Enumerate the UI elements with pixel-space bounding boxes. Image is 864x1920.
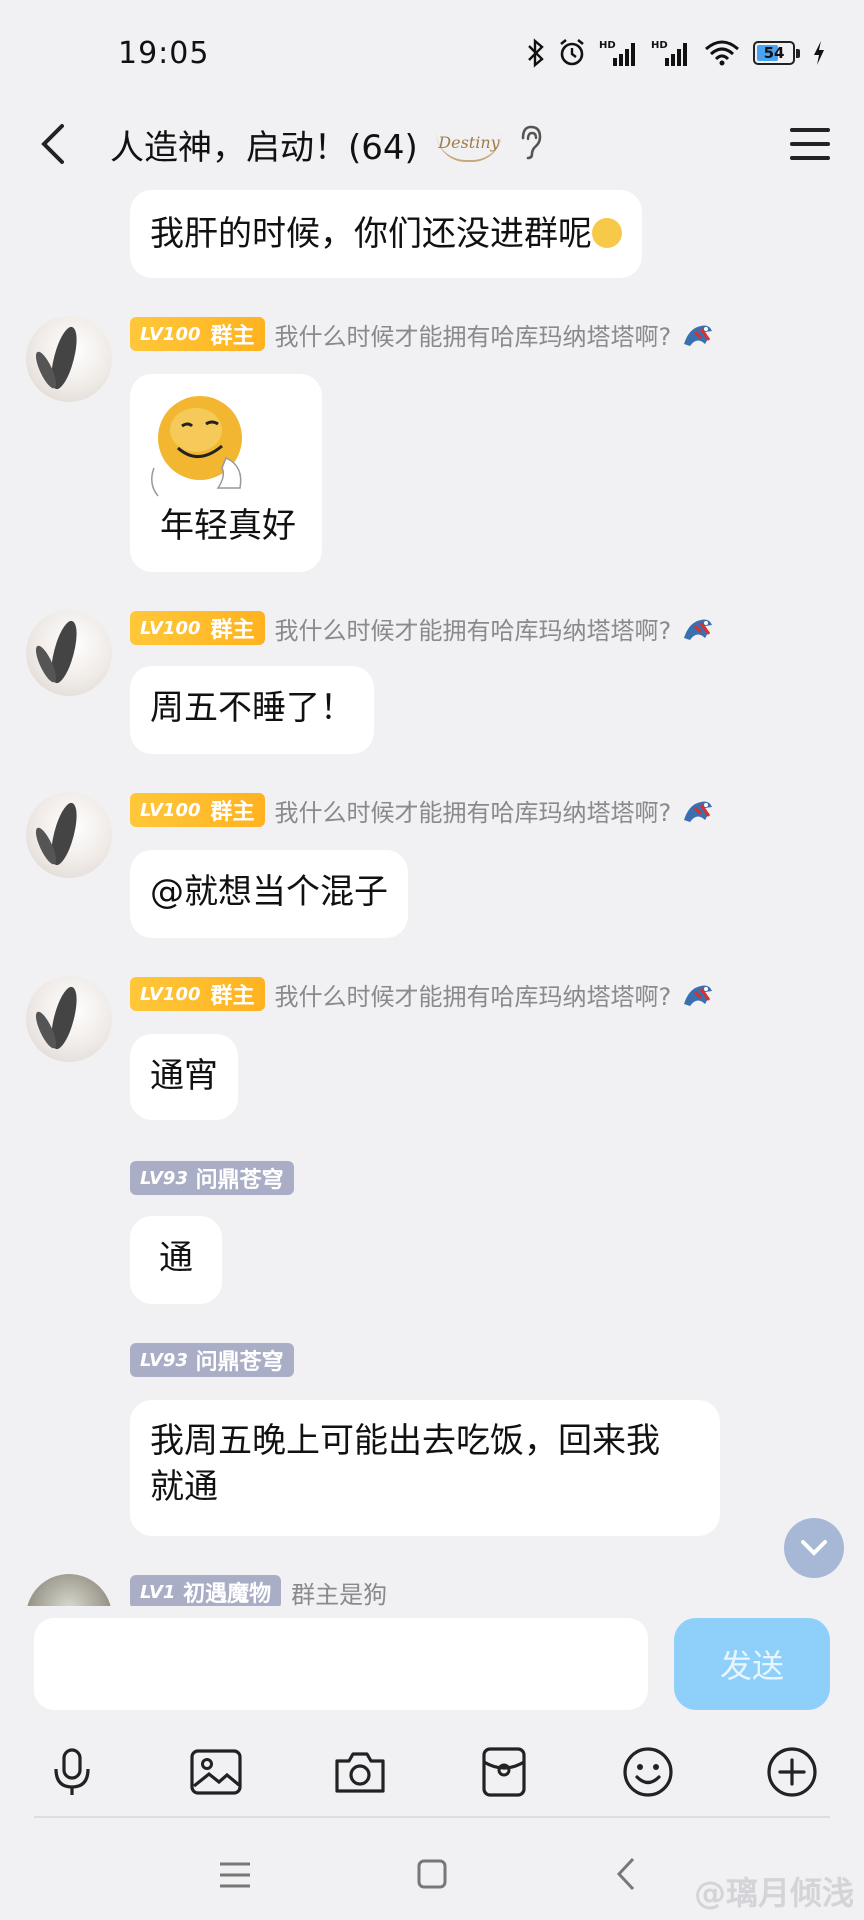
menu-line [790, 156, 830, 160]
sticker-bubble[interactable]: 年轻真好 [130, 374, 322, 572]
level-badge: LV100 群主 [130, 977, 265, 1011]
status-time: 19:05 [118, 36, 210, 71]
status-bar: 19:05 HD HD 54 [0, 0, 864, 110]
level-badge: LV100 群主 [130, 611, 265, 645]
avatar[interactable] [26, 976, 112, 1062]
menu-line [790, 128, 830, 132]
thinking-emoji-icon [592, 218, 622, 248]
dragon-icon [684, 619, 713, 640]
message-text: 通宵 [150, 1056, 218, 1096]
chevron-left-icon [41, 124, 64, 164]
microphone-icon[interactable] [36, 1736, 108, 1808]
system-back-button[interactable] [614, 1856, 638, 1896]
message-text: 周五不睡了！ [150, 688, 354, 728]
sender-meta: LV1 初遇魔物 群主是狗 [130, 1574, 387, 1606]
signal-hd-2-icon: HD [651, 38, 691, 68]
divider [34, 1816, 830, 1818]
alarm-icon [557, 38, 587, 68]
sender-nickname: 我什么时候才能拥有哈库玛纳塔塔啊? [274, 798, 672, 827]
sender-nickname: 群主是狗 [291, 1580, 388, 1607]
message-bubble[interactable]: 周五不睡了！ [130, 666, 374, 754]
level-badge: LV93 问鼎苍穹 [130, 1343, 294, 1377]
chat-title[interactable]: 人造神，启动！(64) [110, 120, 418, 169]
sender-nickname: 我什么时候才能拥有哈库玛纳塔塔啊? [274, 982, 672, 1011]
sender-meta: LV100 群主 我什么时候才能拥有哈库玛纳塔塔啊? [130, 316, 715, 352]
home-button[interactable] [416, 1858, 448, 1894]
menu-button[interactable] [782, 118, 838, 170]
emoji-icon[interactable] [612, 1736, 684, 1808]
battery-icon: 54 [753, 41, 800, 65]
dragon-icon [684, 985, 713, 1006]
chevron-down-icon [801, 1540, 827, 1556]
level-badge: LV93 问鼎苍穹 [130, 1161, 294, 1195]
menu-line [790, 142, 830, 146]
scroll-to-bottom-button[interactable] [784, 1518, 844, 1578]
sender-meta: LV100 群主 我什么时候才能拥有哈库玛纳塔塔啊? [130, 792, 715, 828]
message-bubble[interactable]: 通宵 [130, 1034, 238, 1120]
message-bubble[interactable]: 我肝的时候，你们还没进群呢 [130, 190, 642, 278]
sender-meta: LV93 问鼎苍穹 [130, 1342, 294, 1378]
plus-icon[interactable] [756, 1736, 828, 1808]
menu-lines-icon [220, 1862, 250, 1888]
watermark: @璃月倾浅 [693, 1874, 854, 1912]
input-toolbar [0, 1736, 864, 1836]
avatar[interactable] [26, 610, 112, 696]
message-text: 我肝的时候，你们还没进群呢 [150, 214, 592, 254]
message-bubble[interactable]: 通 [130, 1216, 222, 1304]
message-text: 就通 [150, 1467, 218, 1507]
charging-icon [812, 40, 826, 66]
message-bubble[interactable]: @就想当个混子 [130, 850, 408, 938]
signal-hd-1-icon: HD [599, 38, 639, 68]
sender-meta: LV100 群主 我什么时候才能拥有哈库玛纳塔塔啊? [130, 976, 715, 1012]
status-icons: HD HD 54 [527, 38, 826, 68]
avatar[interactable] [26, 316, 112, 402]
message-text: @就想当个混子 [150, 872, 388, 912]
smiley-sticker-icon [151, 396, 242, 497]
svg-text:HD: HD [599, 40, 616, 51]
image-icon[interactable] [180, 1736, 252, 1808]
send-button[interactable]: 发送 [674, 1618, 830, 1710]
level-badge: LV100 群主 [130, 793, 265, 827]
chevron-left-icon [616, 1857, 635, 1891]
dragon-icon [684, 325, 713, 346]
system-nav-bar: @璃月倾浅 [0, 1836, 864, 1920]
back-button[interactable] [28, 114, 78, 174]
sender-meta: LV100 群主 我什么时候才能拥有哈库玛纳塔塔啊? [130, 610, 715, 646]
svg-text:HD: HD [651, 40, 668, 51]
chat-message-list[interactable]: 我肝的时候，你们还没进群呢 LV100 群主 我什么时候才能拥有哈库玛纳塔塔啊? … [0, 190, 864, 1606]
ear-icon[interactable] [515, 122, 545, 162]
input-area: 发送 @璃月倾浅 [0, 1606, 864, 1920]
bluetooth-icon [527, 38, 545, 68]
dragon-icon [684, 801, 713, 822]
battery-level: 54 [763, 44, 785, 62]
level-badge: LV100 群主 [130, 317, 265, 351]
sticker-caption: 年轻真好 [160, 506, 296, 546]
level-badge: LV1 初遇魔物 [130, 1575, 282, 1606]
camera-icon[interactable] [324, 1736, 396, 1808]
sender-meta: LV93 问鼎苍穹 [130, 1160, 294, 1196]
sender-nickname: 我什么时候才能拥有哈库玛纳塔塔啊? [274, 322, 672, 351]
square-icon [417, 1859, 447, 1889]
red-packet-icon[interactable] [468, 1736, 540, 1808]
sender-nickname: 我什么时候才能拥有哈库玛纳塔塔啊? [274, 616, 672, 645]
wifi-icon [703, 38, 741, 68]
recents-button[interactable] [218, 1860, 252, 1894]
chat-header: 人造神，启动！(64) Destiny [0, 100, 864, 190]
message-text: 通 [159, 1238, 193, 1278]
message-bubble[interactable]: 我周五晚上可能出去吃饭，回来我 就通 [130, 1400, 720, 1536]
message-input[interactable] [34, 1618, 648, 1710]
destiny-badge: Destiny [436, 124, 502, 162]
avatar[interactable] [26, 1574, 112, 1606]
message-text: 我周五晚上可能出去吃饭，回来我 [150, 1421, 660, 1461]
avatar[interactable] [26, 792, 112, 878]
